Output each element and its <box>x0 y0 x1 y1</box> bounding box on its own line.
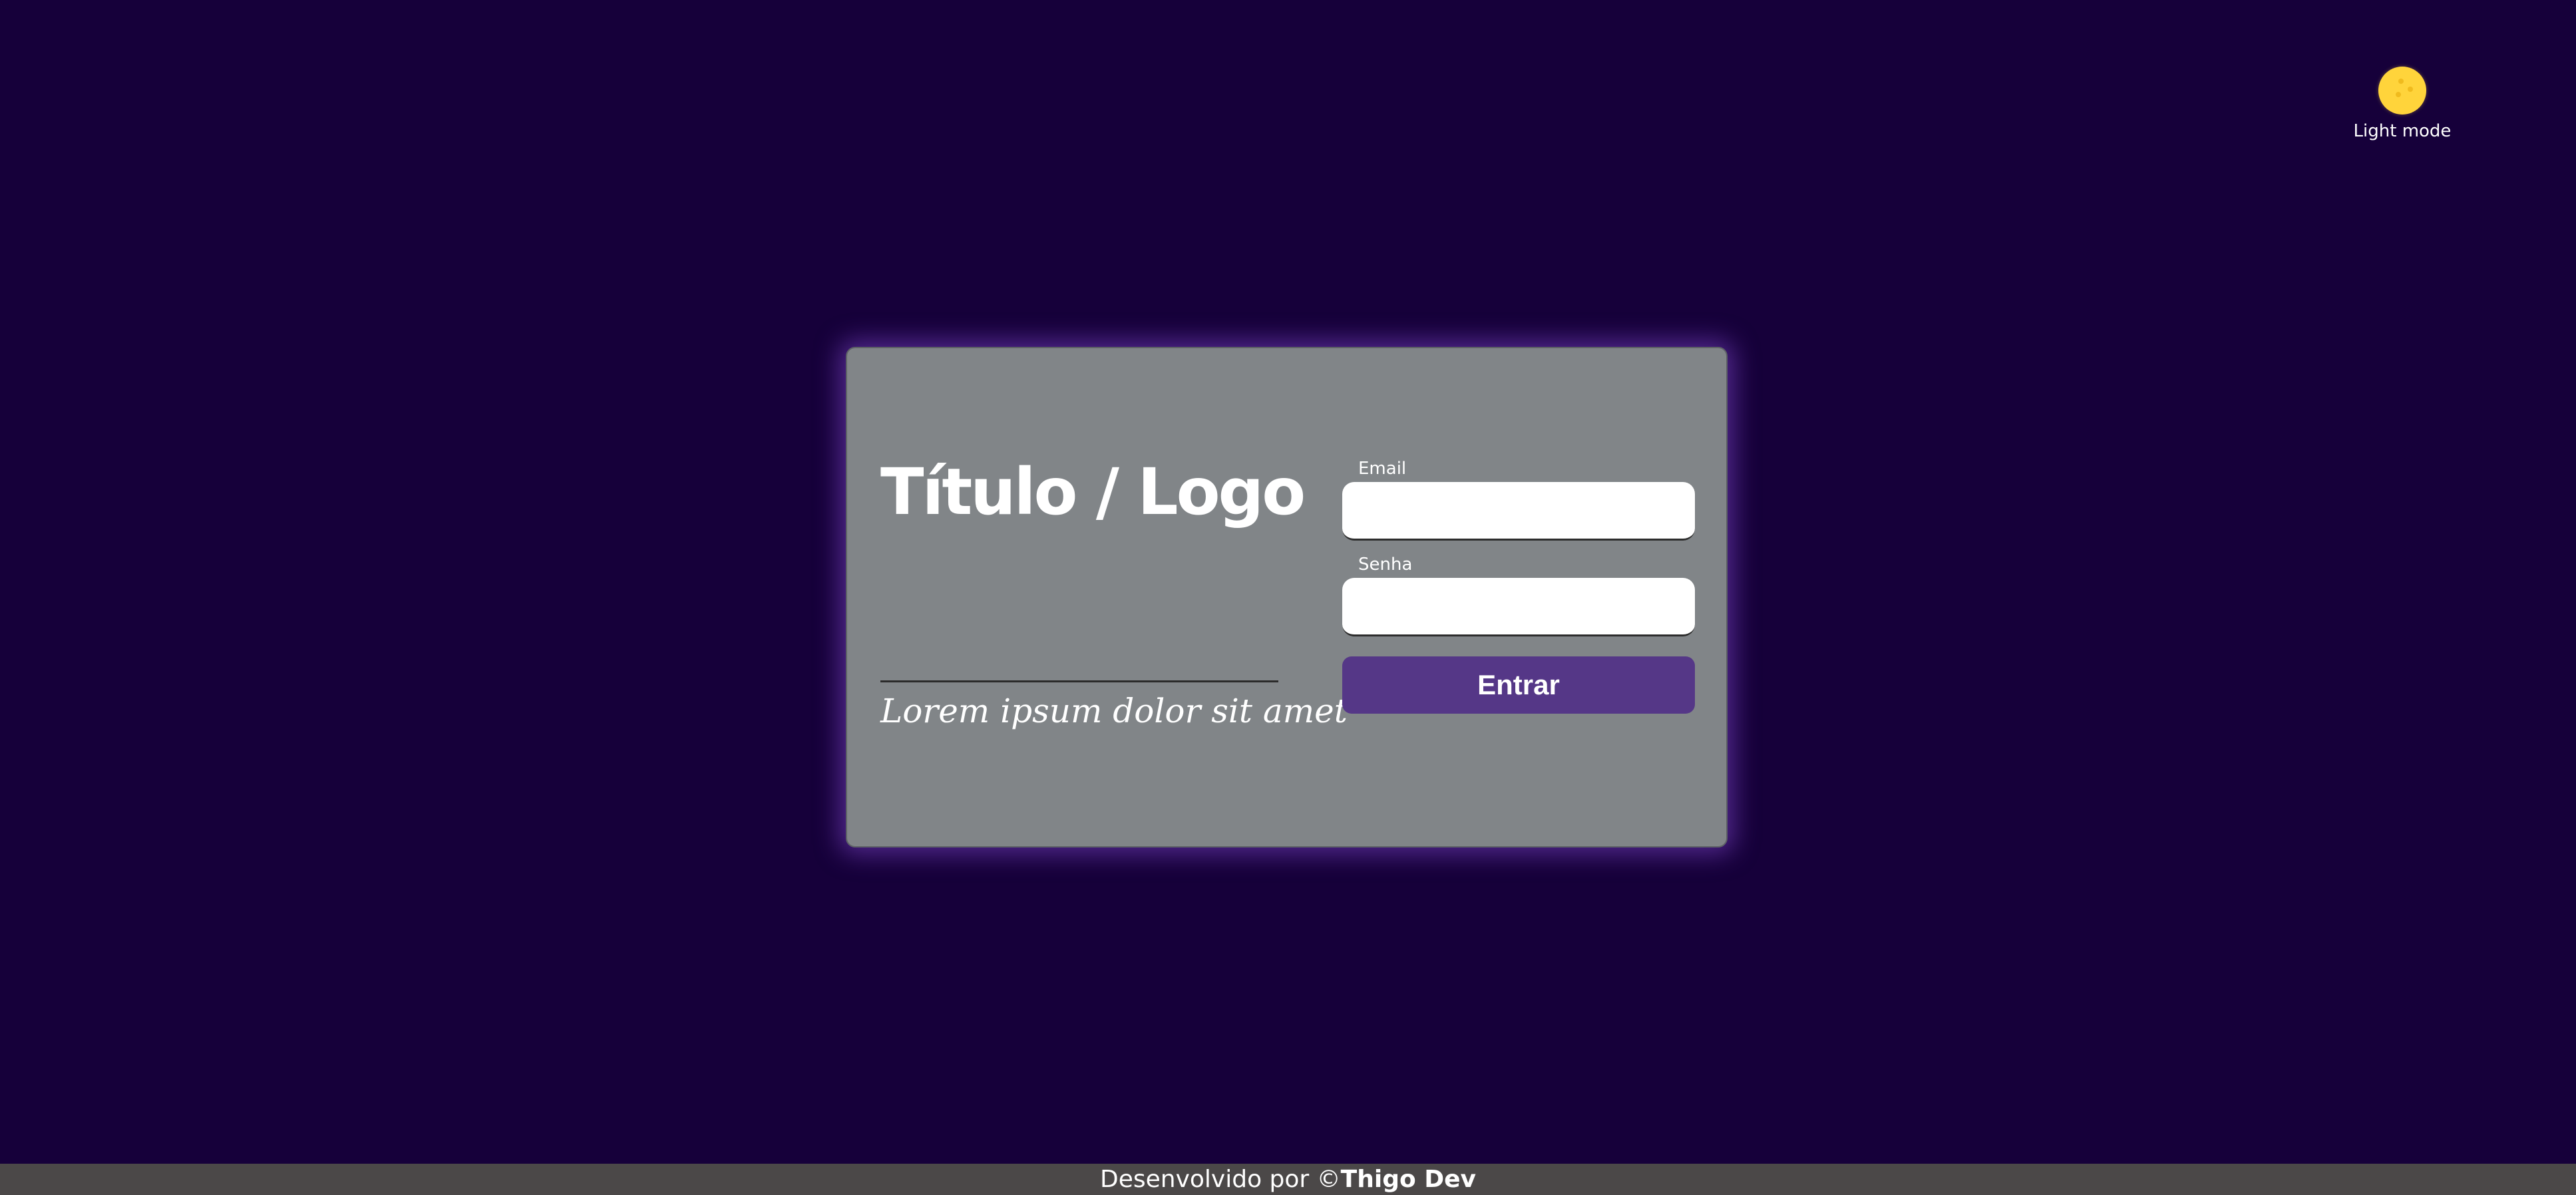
email-label: Email <box>1358 459 1407 479</box>
password-field[interactable] <box>1342 578 1695 636</box>
footer-prefix: Desenvolvido por © <box>1100 1166 1341 1193</box>
theme-toggle-label: Light mode <box>2353 121 2452 141</box>
footer: Desenvolvido por ©Thigo Dev <box>0 1164 2576 1195</box>
password-label: Senha <box>1358 555 1413 575</box>
password-field-group: Senha <box>1342 554 1695 636</box>
brand-divider <box>880 680 1278 682</box>
theme-toggle[interactable]: Light mode <box>2349 67 2456 141</box>
login-card: Título / Logo Lorem ipsum dolor sit amet… <box>846 347 1728 847</box>
brand-tagline: Lorem ipsum dolor sit amet <box>880 692 1348 730</box>
email-field-group: Email <box>1342 458 1695 541</box>
email-field[interactable] <box>1342 482 1695 541</box>
brand-area: Título / Logo <box>880 455 1306 529</box>
sun-icon[interactable] <box>2378 67 2426 115</box>
login-form: Email Senha Entrar <box>1342 458 1695 714</box>
footer-author: Thigo Dev <box>1340 1166 1476 1193</box>
login-button[interactable]: Entrar <box>1342 656 1695 714</box>
brand-title: Título / Logo <box>880 455 1306 529</box>
